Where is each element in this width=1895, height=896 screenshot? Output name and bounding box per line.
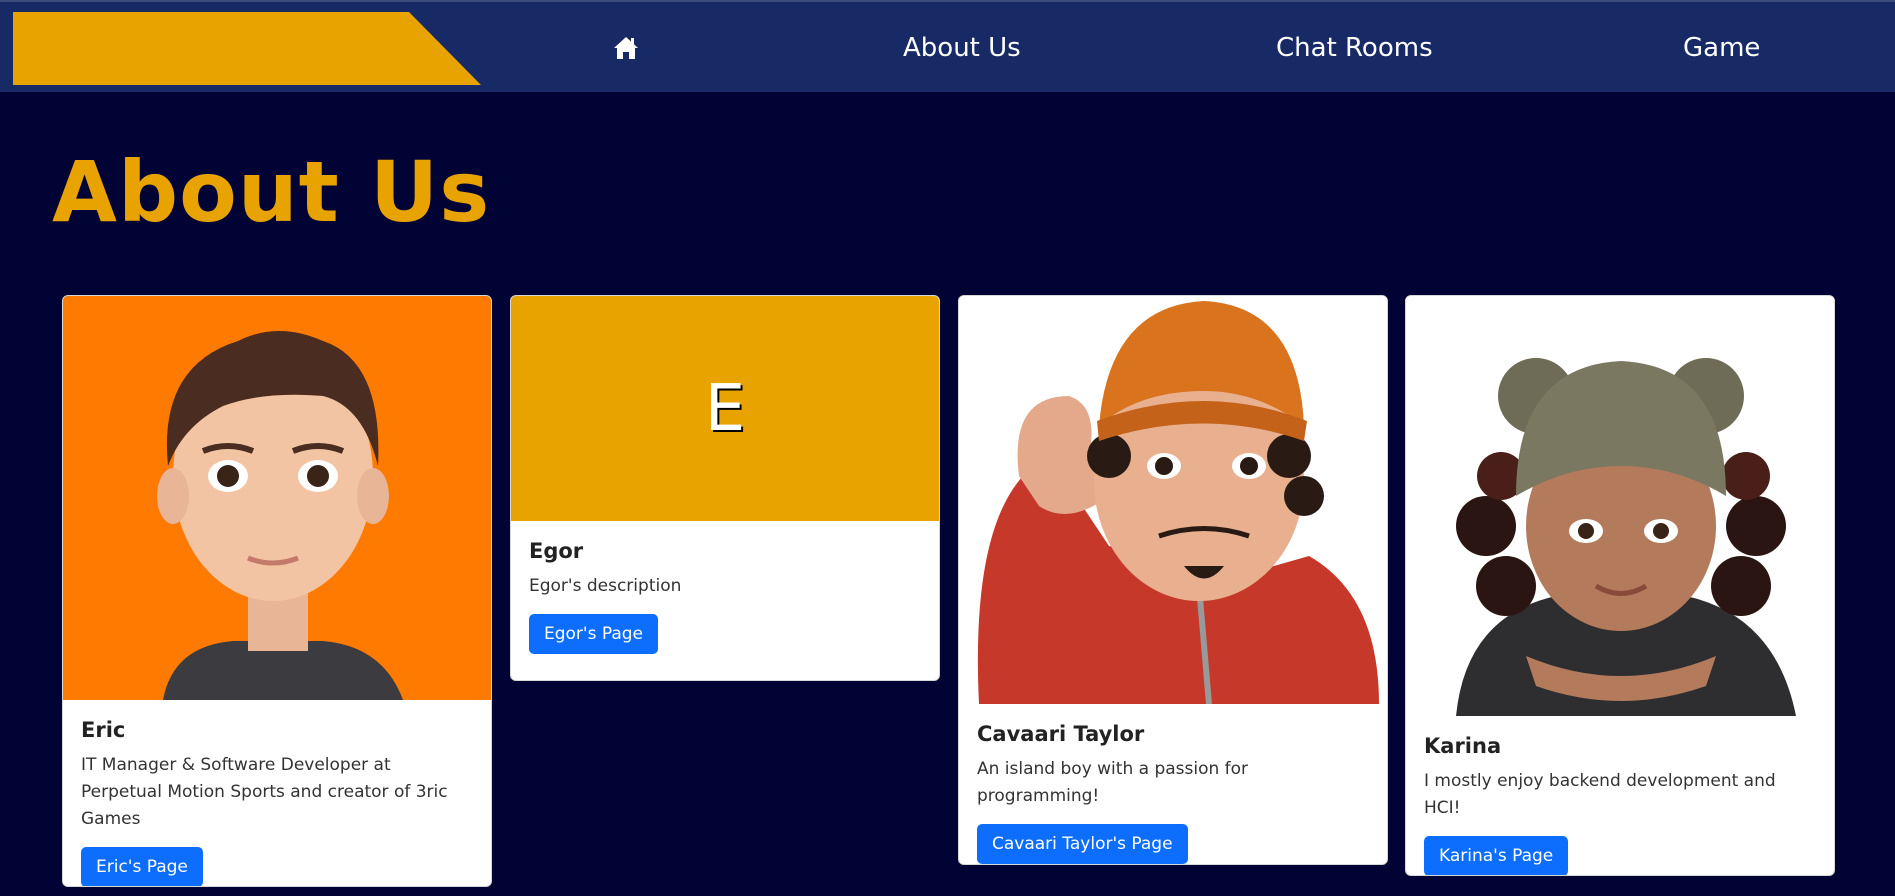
member-name: Eric xyxy=(81,718,126,742)
member-description: Egor's description xyxy=(529,576,682,596)
member-card-karina: Karina I mostly enjoy backend developmen… xyxy=(1405,295,1835,876)
member-page-button-karina[interactable]: Karina's Page xyxy=(1424,836,1569,875)
avatar-karina xyxy=(1406,296,1834,716)
avatar-egor: E xyxy=(511,296,939,521)
member-description: I mostly enjoy backend development and H… xyxy=(1424,771,1776,818)
home-icon[interactable] xyxy=(610,2,642,94)
member-card-egor: E Egor Egor's description Egor's Page xyxy=(510,295,940,681)
avatar-karina-illustration xyxy=(1406,296,1834,716)
member-name: Egor xyxy=(529,539,584,563)
avatar-cavaari-illustration xyxy=(959,296,1387,704)
logo-banner[interactable] xyxy=(13,12,481,85)
page-title: About Us xyxy=(52,143,491,241)
member-name: Karina xyxy=(1424,734,1502,758)
avatar-eric xyxy=(63,296,491,700)
nav-link-game[interactable]: Game xyxy=(1683,2,1760,94)
avatar-initial: E xyxy=(704,371,746,446)
member-card-eric: Eric IT Manager & Software Developer at … xyxy=(62,295,492,887)
nav-link-about-us[interactable]: About Us xyxy=(903,2,1021,94)
member-page-button-cavaari-taylor[interactable]: Cavaari Taylor's Page xyxy=(977,824,1188,864)
member-name: Cavaari Taylor xyxy=(977,722,1145,746)
card-body: Karina I mostly enjoy backend developmen… xyxy=(1406,716,1834,875)
member-page-button-egor[interactable]: Egor's Page xyxy=(529,614,659,654)
home-icon-svg xyxy=(614,37,638,59)
member-description: An island boy with a passion for program… xyxy=(977,759,1249,806)
member-card-cavaari-taylor: Cavaari Taylor An island boy with a pass… xyxy=(958,295,1388,865)
nav-link-chat-rooms[interactable]: Chat Rooms xyxy=(1276,2,1433,94)
avatar-cavaari-taylor xyxy=(959,296,1387,704)
member-page-button-eric[interactable]: Eric's Page xyxy=(81,847,203,886)
avatar-eric-illustration xyxy=(63,296,491,700)
card-body: Egor Egor's description Egor's Page xyxy=(511,521,939,672)
top-navbar: About Us Chat Rooms Game xyxy=(0,0,1895,92)
card-body: Eric IT Manager & Software Developer at … xyxy=(63,700,491,886)
member-description: IT Manager & Software Developer at Perpe… xyxy=(81,755,448,829)
card-body: Cavaari Taylor An island boy with a pass… xyxy=(959,704,1387,864)
